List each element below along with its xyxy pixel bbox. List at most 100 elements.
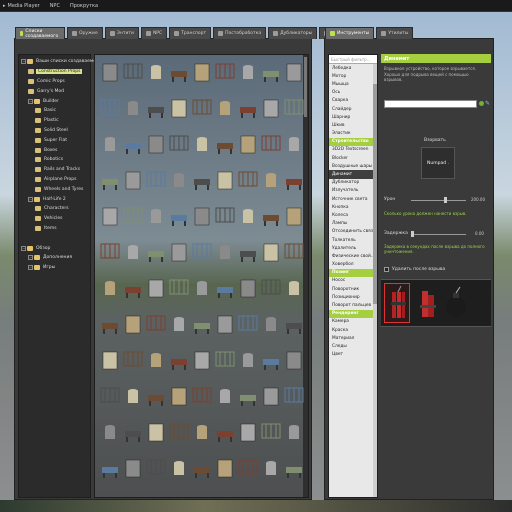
tool-item[interactable]: Дубликатор (329, 179, 377, 187)
tab-utilities[interactable]: Утилиты (376, 27, 414, 39)
tool-item[interactable]: Кнопка (329, 203, 377, 211)
tree-item[interactable]: Vehicles (19, 214, 90, 224)
tree-item[interactable]: Wheels and Tyres (19, 184, 90, 194)
prop-thumbnail[interactable] (283, 205, 305, 227)
prop-thumbnail[interactable] (168, 277, 190, 299)
tab-spawnlists[interactable]: Списки создаваемого (15, 27, 65, 39)
tool-item[interactable]: Мотор (329, 72, 377, 80)
prop-thumbnail[interactable] (283, 61, 305, 83)
prop-thumbnail[interactable] (168, 241, 190, 263)
tab-dupes[interactable]: Дубликаторы (268, 27, 318, 39)
prop-thumbnail[interactable] (191, 349, 213, 371)
numpad-key-button[interactable]: Numpad . (421, 147, 455, 179)
prop-thumbnail[interactable] (99, 133, 121, 155)
wrench-icon[interactable]: ✎ (485, 100, 490, 107)
tool-item[interactable]: Толкатель (329, 236, 377, 244)
dynamite-pack-icon[interactable] (415, 285, 441, 323)
prop-thumbnail[interactable] (283, 349, 305, 371)
prop-thumbnail[interactable] (191, 277, 213, 299)
prop-thumbnail[interactable] (260, 169, 282, 191)
tool-item[interactable]: Камера (329, 318, 377, 326)
tool-item[interactable]: Шарнир (329, 113, 377, 121)
prop-thumbnail[interactable] (191, 241, 213, 263)
prop-thumbnail[interactable] (237, 97, 259, 119)
tool-item[interactable]: Удалитель (329, 244, 377, 252)
prop-thumbnail[interactable] (283, 313, 305, 335)
tree-item[interactable]: Airplane Props (19, 175, 90, 185)
tool-list-scrollbar[interactable] (373, 64, 377, 497)
prop-thumbnail[interactable] (99, 421, 121, 443)
delay-slider-track[interactable] (411, 234, 466, 235)
prop-thumbnail[interactable] (191, 169, 213, 191)
prop-thumbnail[interactable] (168, 205, 190, 227)
prop-thumbnail[interactable] (214, 349, 236, 371)
prop-thumbnail[interactable] (122, 313, 144, 335)
tool-item[interactable]: Излучатель (329, 187, 377, 195)
prop-thumbnail[interactable] (168, 457, 190, 479)
prop-thumbnail[interactable] (99, 385, 121, 407)
prop-thumbnail[interactable] (99, 457, 121, 479)
prop-thumbnail[interactable] (99, 61, 121, 83)
tool-item[interactable]: Поворот пальцев (329, 301, 377, 309)
prop-thumbnail[interactable] (214, 313, 236, 335)
prop-thumbnail[interactable] (237, 241, 259, 263)
menu-scroll[interactable]: Прокрутка (70, 3, 98, 9)
prop-thumbnail[interactable] (237, 133, 259, 155)
prop-thumbnail[interactable] (260, 385, 282, 407)
tab-npcs[interactable]: NPC (140, 27, 168, 39)
prop-thumbnail[interactable] (237, 61, 259, 83)
prop-thumbnail[interactable] (145, 169, 167, 191)
tool-item[interactable]: Физические свой... (329, 252, 377, 260)
prop-thumbnail[interactable] (214, 133, 236, 155)
prop-thumbnail[interactable] (214, 169, 236, 191)
prop-thumbnail[interactable] (122, 277, 144, 299)
prop-thumbnail[interactable] (237, 385, 259, 407)
tree-item[interactable]: − Обзор (19, 243, 90, 253)
prop-thumbnail[interactable] (168, 421, 190, 443)
expand-toggle-icon[interactable]: − (28, 265, 33, 271)
bomb-icon[interactable] (443, 285, 469, 323)
expand-toggle-icon[interactable]: − (28, 98, 33, 104)
prop-thumbnail[interactable] (168, 169, 190, 191)
tree-item[interactable]: − Half-Life 2 (19, 194, 90, 204)
tree-item[interactable]: Items (19, 224, 90, 234)
expand-toggle-icon[interactable]: − (28, 196, 33, 202)
prop-thumbnail[interactable] (214, 205, 236, 227)
prop-thumbnail[interactable] (283, 421, 305, 443)
tool-item[interactable]: Эластик (329, 130, 377, 138)
menu-media-player[interactable]: Media Player (8, 3, 40, 9)
tree-item[interactable]: Super Flat (19, 135, 90, 145)
tool-item[interactable]: Blocker (329, 154, 377, 162)
prop-thumbnail[interactable] (283, 457, 305, 479)
tool-item[interactable]: Лампы (329, 220, 377, 228)
prop-thumbnail[interactable] (260, 277, 282, 299)
tool-item[interactable]: Ось (329, 89, 377, 97)
prop-thumbnail[interactable] (237, 421, 259, 443)
tool-item[interactable]: Отсоединить связи (329, 228, 377, 236)
tree-item[interactable]: Construction Props (19, 67, 90, 77)
prop-thumbnail[interactable] (260, 421, 282, 443)
delay-value[interactable]: 0.00 (475, 231, 484, 236)
tree-item[interactable]: Comic Props (19, 77, 90, 87)
prop-thumbnail[interactable] (99, 97, 121, 119)
tool-search-input[interactable]: Быстрый фильтр... (329, 55, 377, 64)
dynamite-model-selected[interactable] (384, 283, 410, 323)
tab-tools[interactable]: Инструменты (325, 27, 375, 39)
prop-thumbnail[interactable] (191, 97, 213, 119)
prop-thumbnail[interactable] (191, 133, 213, 155)
tab-weapons[interactable]: Оружие (66, 27, 103, 39)
tool-item[interactable]: Слайдер (329, 105, 377, 113)
tab-postprocess[interactable]: Постобработка (213, 27, 267, 39)
prop-thumbnail[interactable] (214, 385, 236, 407)
prop-thumbnail[interactable] (122, 133, 144, 155)
tool-item[interactable]: Носос (329, 277, 377, 285)
prop-thumbnail[interactable] (191, 457, 213, 479)
prop-thumbnail[interactable] (122, 457, 144, 479)
prop-grid[interactable] (94, 54, 309, 498)
prop-thumbnail[interactable] (145, 349, 167, 371)
prop-thumbnail[interactable] (122, 421, 144, 443)
tool-item[interactable]: Источник света (329, 195, 377, 203)
tree-item[interactable]: Rails and Tracks (19, 165, 90, 175)
tool-item[interactable]: Колеса (329, 211, 377, 219)
prop-thumbnail[interactable] (145, 457, 167, 479)
